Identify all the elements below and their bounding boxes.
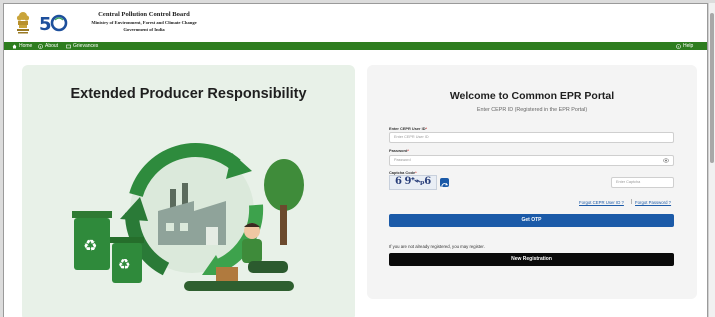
top-navbar: Home About Grievances ? Help	[4, 42, 707, 50]
user-id-input[interactable]: Enter CEPR User ID	[389, 132, 674, 143]
password-input[interactable]: Password	[389, 155, 674, 166]
svg-text:5: 5	[39, 14, 52, 34]
page-scrollbar[interactable]	[708, 3, 715, 317]
svg-text:♻: ♻	[83, 236, 97, 255]
captcha-refresh-button[interactable]	[440, 178, 449, 190]
refresh-icon	[441, 182, 449, 190]
epr-hero-panel: Extended Producer Responsibility ♻ ♻	[22, 65, 355, 317]
cpcb-50-years-logo-icon: 5	[39, 14, 68, 34]
registration-note: If you are not already registered, you m…	[389, 244, 485, 249]
nav-help-label: Help	[683, 43, 694, 49]
get-otp-button[interactable]: Get OTP	[389, 214, 674, 227]
captcha-input[interactable]: Enter Captcha	[611, 177, 674, 188]
link-separator: |	[631, 199, 633, 205]
login-panel: Welcome to Common EPR Portal Enter CEPR …	[367, 65, 697, 299]
info-icon	[38, 43, 43, 49]
ministry-name: Ministry of Environment, Forest and Clim…	[91, 20, 197, 25]
home-icon	[12, 44, 17, 48]
nav-home[interactable]: Home	[12, 42, 32, 50]
welcome-heading: Welcome to Common EPR Portal	[449, 90, 615, 102]
browser-page: 5 Central Pollution Control Board Minist…	[3, 3, 708, 317]
new-registration-button[interactable]: New Registration	[389, 253, 674, 266]
svg-text:♻: ♻	[118, 257, 131, 273]
nav-about-label: About	[45, 43, 59, 49]
nav-home-label: Home	[19, 43, 33, 49]
scrollbar-thumb[interactable]	[710, 13, 714, 163]
site-header: 5 Central Pollution Control Board Minist…	[4, 4, 707, 42]
national-emblem-icon	[16, 12, 30, 34]
captcha-text: 6 9ᐩ⌁ₚ6	[395, 176, 431, 187]
forgot-password-link[interactable]: Forgot Password ?	[635, 200, 671, 205]
org-name: Central Pollution Control Board	[98, 11, 190, 18]
organization-title: Central Pollution Control Board Ministry…	[74, 11, 214, 33]
forgot-user-id-link[interactable]: Forgot CEPR User ID ?	[579, 200, 624, 205]
nav-grievances[interactable]: Grievances	[66, 42, 98, 50]
hero-title: Extended Producer Responsibility	[70, 86, 307, 102]
nav-about[interactable]: About	[38, 42, 58, 50]
grievance-icon	[66, 44, 71, 48]
login-subtitle: Enter CEPR ID (Registered in the EPR Por…	[476, 107, 588, 113]
government-name: Government of India	[123, 27, 165, 32]
user-id-label: Enter CEPR User ID*	[389, 126, 428, 131]
recycling-illustration-icon: ♻ ♻	[72, 143, 304, 291]
password-placeholder: Password	[394, 158, 411, 162]
help-icon: ?	[676, 43, 681, 49]
password-label: Password*	[389, 148, 409, 153]
nav-grievances-label: Grievances	[73, 43, 99, 49]
captcha-image: 6 9ᐩ⌁ₚ6	[389, 175, 437, 190]
nav-help[interactable]: ? Help	[676, 42, 693, 50]
eye-icon[interactable]	[663, 158, 669, 163]
